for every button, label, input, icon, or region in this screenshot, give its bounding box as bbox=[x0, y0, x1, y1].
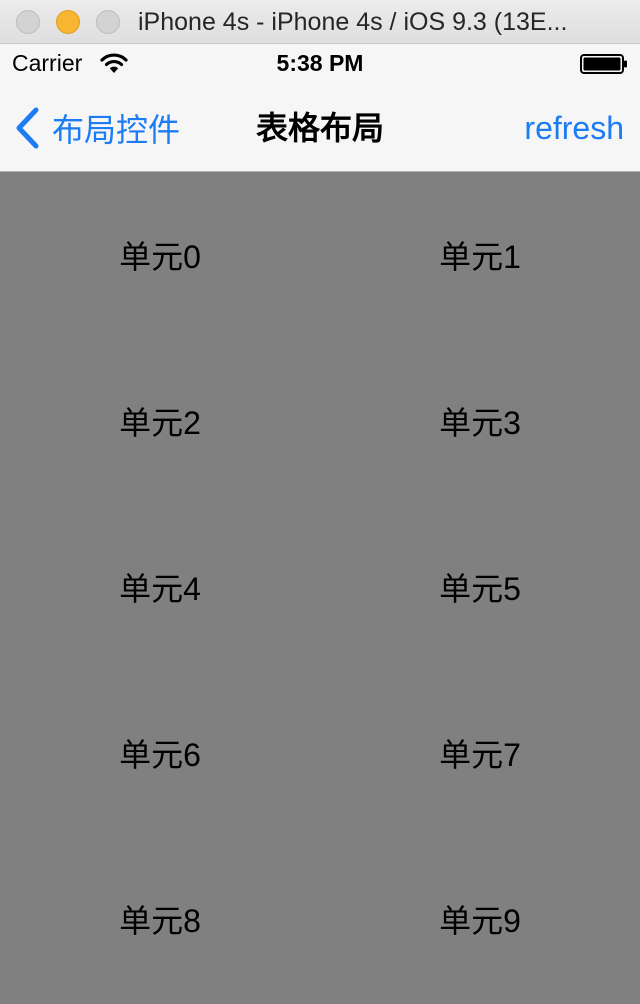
table-cell: 单元8 bbox=[119, 903, 201, 939]
back-button-label: 布局控件 bbox=[52, 112, 181, 148]
chevron-left-icon bbox=[16, 107, 39, 149]
table-cell: 单元9 bbox=[439, 903, 521, 939]
table-cell: 单元6 bbox=[119, 737, 201, 773]
status-time: 5:38 PM bbox=[276, 50, 364, 76]
table-cell: 单元3 bbox=[439, 405, 521, 441]
status-bar: Carrier 5:38 PM bbox=[0, 44, 640, 84]
table-layout-view: 单元0 单元1 单元2 单元3 单元4 单元5 单元6 单元7 单元8 单元9 bbox=[0, 172, 640, 1004]
refresh-button[interactable]: refresh bbox=[524, 104, 624, 152]
table-cell: 单元1 bbox=[439, 239, 521, 275]
simulator-window: iPhone 4s - iPhone 4s / iOS 9.3 (13E... … bbox=[0, 0, 640, 1004]
window-title-bar[interactable]: iPhone 4s - iPhone 4s / iOS 9.3 (13E... bbox=[0, 0, 640, 44]
zoom-window-button[interactable] bbox=[96, 10, 120, 34]
minimize-window-button[interactable] bbox=[56, 10, 80, 34]
table-cell: 单元5 bbox=[439, 571, 521, 607]
table-cell: 单元7 bbox=[439, 737, 521, 773]
window-title: iPhone 4s - iPhone 4s / iOS 9.3 (13E... bbox=[138, 8, 568, 36]
navigation-bar: 布局控件 表格布局 refresh bbox=[0, 84, 640, 172]
battery-icon bbox=[580, 54, 627, 74]
back-button[interactable]: 布局控件 bbox=[14, 104, 180, 152]
table-cell: 单元0 bbox=[119, 239, 201, 275]
table-cell: 单元4 bbox=[119, 571, 201, 607]
table-cell: 单元2 bbox=[119, 405, 201, 441]
close-window-button[interactable] bbox=[16, 10, 40, 34]
